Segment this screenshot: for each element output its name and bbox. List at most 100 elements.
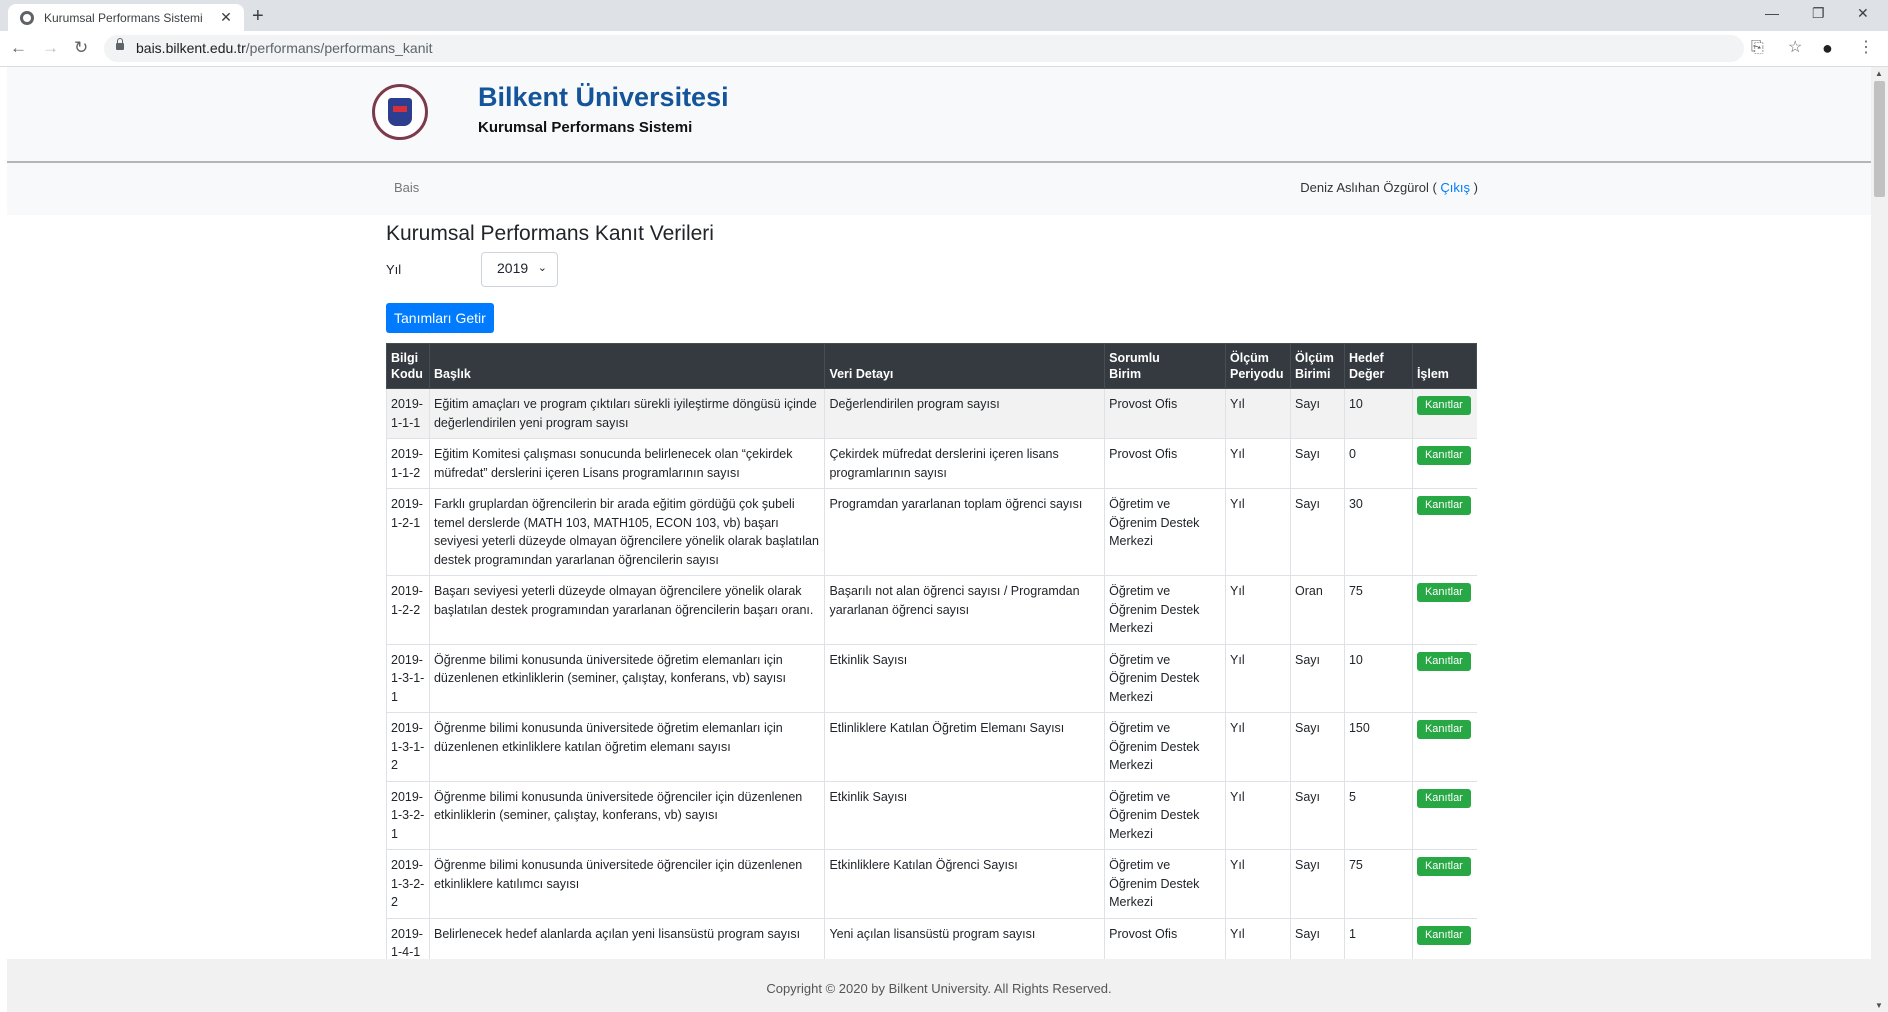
navbar: Bais Deniz Aslıhan Özgürol ( Çıkış )	[7, 163, 1871, 215]
cell-period: Yıl	[1225, 780, 1291, 850]
logout-link[interactable]: Çıkış	[1440, 180, 1470, 195]
cell-period: Yıl	[1225, 643, 1291, 713]
cell-measure: Sayı	[1290, 438, 1345, 489]
col-header-target: Hedef Değer	[1343, 343, 1413, 389]
globe-icon	[20, 10, 34, 25]
cell-detail: Değerlendirilen program sayısı	[824, 388, 1105, 439]
site-title: Bilkent Üniversitesi	[478, 82, 729, 112]
url-field[interactable]: bais.bilkent.edu.tr/performans/performan…	[104, 35, 1744, 62]
cell-measure: Sayı	[1290, 712, 1345, 781]
cell-detail: Etkinliklere Katılan Öğrenci Sayısı	[824, 849, 1105, 918]
cell-title: Farklı gruplardan öğrencilerin bir arada…	[428, 488, 825, 576]
user-name: Deniz Aslıhan Özgürol	[1300, 180, 1429, 195]
table-row: 2019-1-3-1-2 Öğrenme bilimi konusunda üni…	[386, 712, 1477, 781]
table-row: 2019-1-1-2 Eğitim Komitesi çalışması sonu…	[386, 438, 1477, 489]
table-row: 2019-1-3-2-1 Öğrenme bilimi konusunda üni…	[386, 780, 1477, 850]
copyright-text: Copyright © 2020 by Bilkent University. …	[766, 981, 1112, 996]
evidence-button[interactable]: Kanıtlar	[1416, 925, 1471, 945]
col-header-code: Bilgi Kodu	[386, 343, 430, 389]
new-tab-icon[interactable]: +	[252, 6, 264, 26]
navbar-brand-link[interactable]: Bais	[394, 180, 419, 195]
tab-title: Kurumsal Performans Sistemi	[44, 10, 203, 25]
cell-unit: Provost Ofis	[1104, 388, 1226, 439]
scrollbar-thumb[interactable]	[1874, 81, 1885, 197]
cell-target: 0	[1343, 438, 1413, 489]
cell-action: Kanıtlar	[1411, 849, 1477, 918]
cell-title: Öğrenme bilimi konusunda üniversitede öğ…	[428, 643, 825, 713]
restore-icon[interactable]: ❐	[1812, 5, 1825, 22]
evidence-button[interactable]: Kanıtlar	[1416, 651, 1471, 671]
evidence-button[interactable]: Kanıtlar	[1416, 788, 1471, 808]
cell-measure: Sayı	[1290, 488, 1345, 576]
cell-action: Kanıtlar	[1411, 488, 1477, 576]
cell-target: 10	[1343, 643, 1413, 713]
evidence-button[interactable]: Kanıtlar	[1416, 446, 1471, 465]
cell-title: Öğrenme bilimi konusunda üniversitede öğ…	[428, 780, 825, 850]
browser-tab[interactable]: Kurumsal Performans Sistemi ✕	[8, 4, 244, 31]
cell-code: 2019-1-3-1-1	[386, 643, 430, 713]
forward-icon[interactable]: →	[42, 39, 59, 57]
cell-measure: Sayı	[1290, 643, 1345, 713]
cell-unit: Öğretim ve Öğrenim Destek Merkezi	[1104, 780, 1226, 850]
minimize-icon[interactable]: —	[1765, 5, 1779, 21]
cell-unit: Provost Ofis	[1104, 438, 1226, 489]
cell-code: 2019-1-3-2-1	[386, 780, 430, 850]
fetch-definitions-button[interactable]: Tanımları Getir	[386, 303, 494, 333]
year-select[interactable]: 2019 ⌄	[481, 252, 558, 287]
cell-detail: Etlinliklere Katılan Öğretim Elemanı Say…	[824, 712, 1105, 781]
cell-target: 75	[1343, 849, 1413, 918]
cell-period: Yıl	[1225, 438, 1291, 489]
cell-code: 2019-1-2-1	[386, 488, 430, 576]
cell-code: 2019-1-1-1	[386, 388, 430, 439]
table-row: 2019-1-2-2 Başarı seviyesi yeterli düzeyd…	[386, 575, 1477, 644]
cell-unit: Öğretim ve Öğrenim Destek Merkezi	[1104, 712, 1226, 781]
evidence-button[interactable]: Kanıtlar	[1416, 396, 1471, 415]
url-host: bais.bilkent.edu.tr	[136, 40, 246, 56]
cell-detail: Etkinlik Sayısı	[824, 780, 1105, 850]
cell-measure: Sayı	[1290, 388, 1345, 439]
cell-code: 2019-1-1-2	[386, 438, 430, 489]
reload-icon[interactable]: ↻	[74, 39, 88, 57]
address-bar: ← → ↻ bais.bilkent.edu.tr/performans/per…	[0, 31, 1888, 67]
translate-icon[interactable]: ⎘	[1751, 39, 1764, 57]
cell-action: Kanıtlar	[1411, 712, 1477, 781]
col-header-unit: Sorumlu Birim	[1104, 343, 1227, 389]
tab-close-icon[interactable]: ✕	[216, 9, 236, 26]
table-row: 2019-1-2-1 Farklı gruplardan öğrencilerin…	[386, 488, 1477, 576]
scroll-up-icon[interactable]: ▲	[1875, 69, 1883, 78]
cell-action: Kanıtlar	[1411, 780, 1477, 850]
col-header-detail: Veri Detayı	[824, 343, 1106, 389]
evidence-button[interactable]: Kanıtlar	[1416, 857, 1471, 876]
cell-period: Yıl	[1225, 388, 1291, 439]
lock-icon	[116, 38, 124, 50]
table-row: 2019-1-1-1 Eğitim amaçları ve program çık…	[386, 388, 1477, 439]
user-info: Deniz Aslıhan Özgürol ( Çıkış )	[1300, 180, 1478, 195]
page-viewport: Bilkent Üniversitesi Kurumsal Performans…	[0, 67, 1871, 1012]
profile-icon[interactable]: ●	[1822, 39, 1833, 57]
back-icon[interactable]: ←	[10, 39, 27, 57]
browser-tabbar: Kurumsal Performans Sistemi ✕ + — ❐ ✕	[0, 0, 1888, 31]
window-close-icon[interactable]: ✕	[1857, 5, 1869, 22]
site-subtitle: Kurumsal Performans Sistemi	[478, 119, 693, 136]
bookmark-star-icon[interactable]: ☆	[1788, 39, 1802, 57]
cell-target: 30	[1343, 488, 1413, 576]
evidence-button[interactable]: Kanıtlar	[1416, 720, 1471, 739]
year-label: Yıl	[386, 262, 402, 277]
page-scrollbar[interactable]: ▲ ▼	[1871, 67, 1888, 1012]
footer: Copyright © 2020 by Bilkent University. …	[7, 959, 1871, 1012]
site-header: Bilkent Üniversitesi Kurumsal Performans…	[7, 67, 1871, 163]
evidence-button[interactable]: Kanıtlar	[1416, 496, 1471, 515]
cell-action: Kanıtlar	[1411, 575, 1477, 644]
cell-code: 2019-1-3-1-2	[386, 712, 430, 781]
cell-period: Yıl	[1225, 488, 1291, 576]
cell-unit: Öğretim ve Öğrenim Destek Merkezi	[1104, 849, 1226, 918]
cell-measure: Sayı	[1290, 780, 1345, 850]
cell-target: 5	[1343, 780, 1413, 850]
table-header-row: Bilgi Kodu Başlık Veri Detayı Sorumlu Biri…	[386, 343, 1478, 389]
cell-action: Kanıtlar	[1411, 388, 1477, 439]
menu-kebab-icon[interactable]: ⋮	[1858, 39, 1874, 57]
evidence-button[interactable]: Kanıtlar	[1416, 583, 1471, 602]
cell-code: 2019-1-3-2-2	[386, 849, 430, 918]
cell-title: Eğitim Komitesi çalışması sonucunda beli…	[428, 438, 825, 489]
scroll-down-icon[interactable]: ▼	[1875, 1001, 1883, 1010]
